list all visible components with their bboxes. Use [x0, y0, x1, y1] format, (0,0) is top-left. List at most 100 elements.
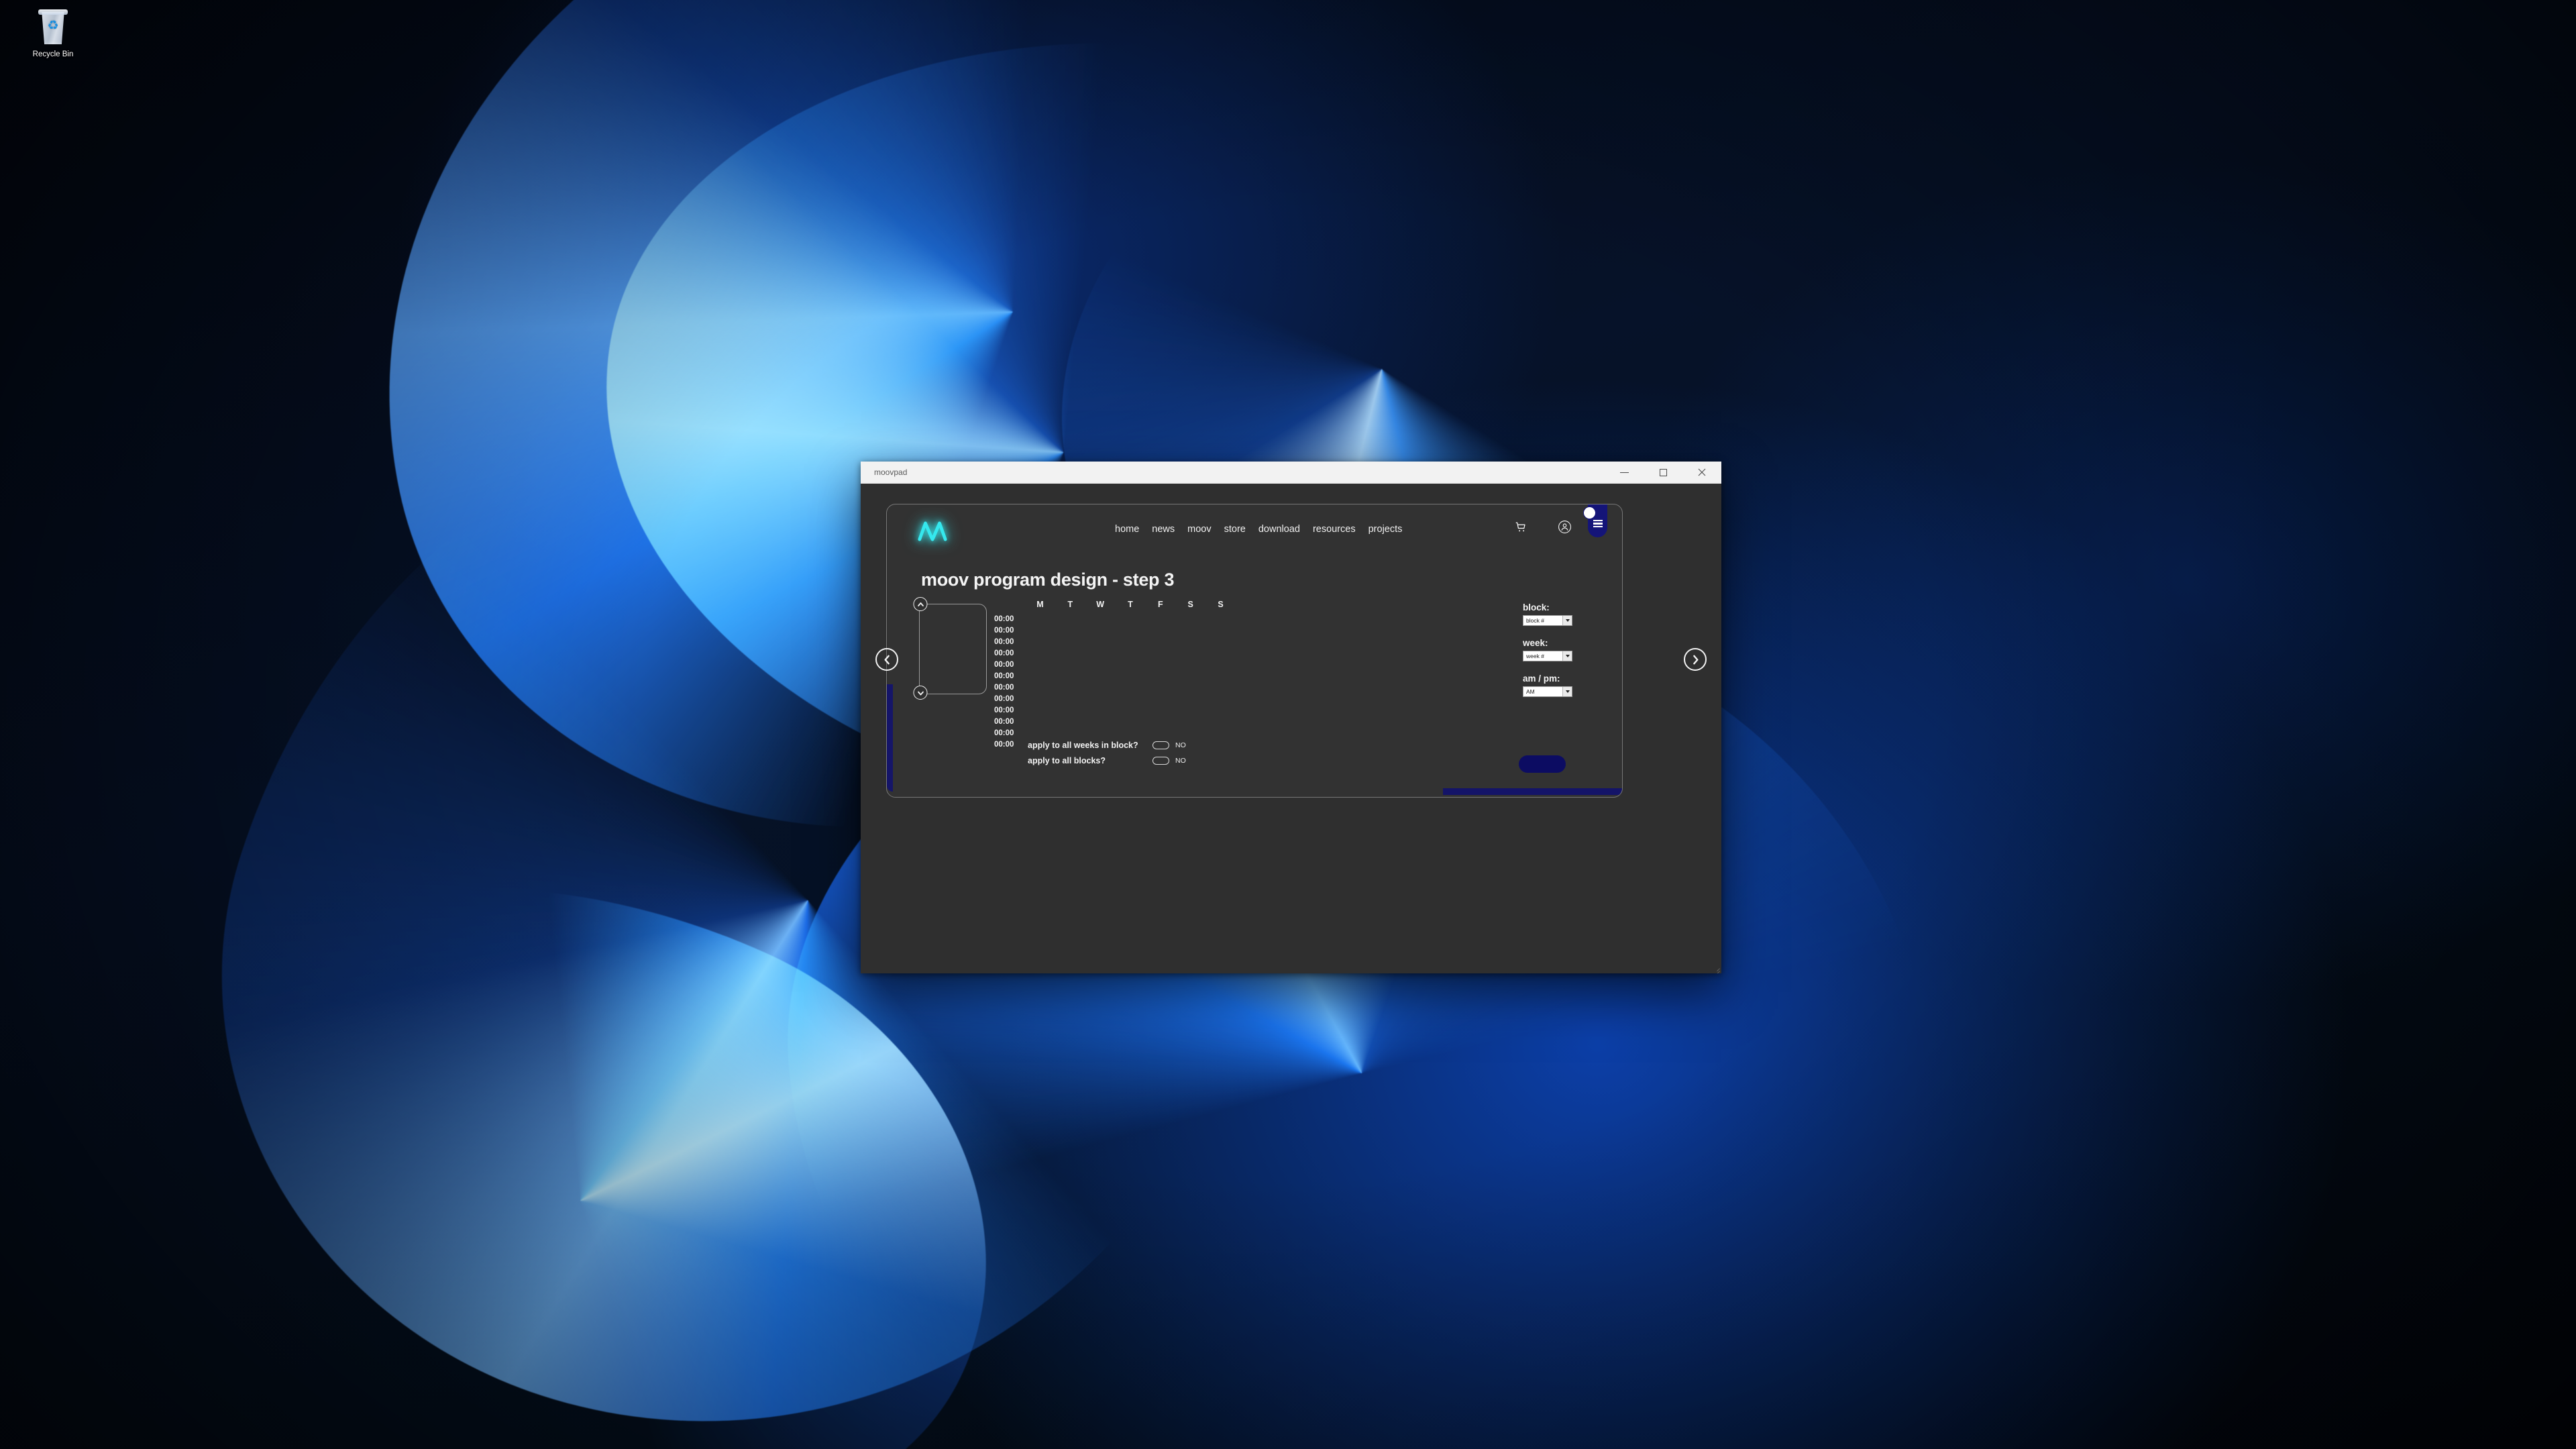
schedule-slot[interactable] — [1145, 694, 1175, 704]
schedule-slot[interactable] — [1055, 649, 1085, 658]
schedule-slot[interactable] — [1205, 717, 1236, 727]
schedule-slot[interactable] — [1085, 706, 1116, 715]
schedule-slot[interactable] — [1205, 694, 1236, 704]
schedule-slot[interactable] — [1205, 706, 1236, 715]
previous-step-button[interactable] — [875, 648, 898, 671]
schedule-slot[interactable] — [1085, 683, 1116, 692]
schedule-slot[interactable] — [1085, 717, 1116, 727]
nav-item-download[interactable]: download — [1258, 524, 1300, 535]
schedule-slot[interactable] — [1025, 649, 1055, 658]
nav-item-moov[interactable]: moov — [1187, 524, 1211, 535]
schedule-slot[interactable] — [1205, 637, 1236, 647]
schedule-slot[interactable] — [1175, 637, 1205, 647]
schedule-slot[interactable] — [1116, 729, 1146, 738]
window-titlebar[interactable]: moovpad — [861, 462, 1721, 484]
schedule-slot[interactable] — [1175, 706, 1205, 715]
moov-logo-icon[interactable] — [917, 519, 948, 542]
schedule-slot[interactable] — [1116, 660, 1146, 669]
schedule-slot[interactable] — [1116, 683, 1146, 692]
schedule-slot[interactable] — [1175, 729, 1205, 738]
schedule-slot[interactable] — [1085, 649, 1116, 658]
schedule-slot[interactable] — [1175, 683, 1205, 692]
schedule-slot[interactable] — [1116, 672, 1146, 681]
schedule-slot[interactable] — [1085, 614, 1116, 624]
schedule-slot[interactable] — [1116, 649, 1146, 658]
schedule-slot[interactable] — [1055, 626, 1085, 635]
schedule-slot[interactable] — [1205, 740, 1236, 749]
schedule-slot[interactable] — [1055, 683, 1085, 692]
maximize-button[interactable] — [1644, 462, 1682, 483]
schedule-slot[interactable] — [1085, 694, 1116, 704]
schedule-slot[interactable] — [1025, 672, 1055, 681]
schedule-slot[interactable] — [1145, 683, 1175, 692]
schedule-slot[interactable] — [1085, 637, 1116, 647]
ampm-select[interactable]: AM — [1523, 686, 1572, 697]
scroll-down-button[interactable] — [913, 686, 928, 700]
window-resize-grip[interactable] — [1711, 963, 1720, 973]
schedule-slot[interactable] — [1055, 614, 1085, 624]
schedule-slot[interactable] — [1025, 706, 1055, 715]
schedule-slot[interactable] — [1085, 672, 1116, 681]
schedule-slot[interactable] — [1205, 660, 1236, 669]
schedule-slot[interactable] — [1025, 729, 1055, 738]
nav-item-news[interactable]: news — [1152, 524, 1175, 535]
schedule-slot[interactable] — [1145, 614, 1175, 624]
schedule-slot[interactable] — [1085, 660, 1116, 669]
schedule-slot[interactable] — [1025, 683, 1055, 692]
desktop-icon-recycle-bin[interactable]: ♻ Recycle Bin — [3, 3, 103, 59]
schedule-slot[interactable] — [1025, 694, 1055, 704]
schedule-slot[interactable] — [1025, 717, 1055, 727]
nav-item-projects[interactable]: projects — [1368, 524, 1403, 535]
next-step-button[interactable] — [1684, 648, 1707, 671]
scroll-up-button[interactable] — [913, 597, 928, 611]
nav-item-store[interactable]: store — [1224, 524, 1246, 535]
schedule-slot[interactable] — [1175, 660, 1205, 669]
schedule-slot[interactable] — [1175, 694, 1205, 704]
schedule-slot[interactable] — [1116, 717, 1146, 727]
schedule-slot[interactable] — [1055, 672, 1085, 681]
schedule-slot[interactable] — [1145, 637, 1175, 647]
cart-icon[interactable] — [1515, 521, 1527, 537]
app-window[interactable]: moovpad home news moov store download re… — [861, 462, 1721, 973]
mode-widget[interactable] — [1583, 504, 1607, 537]
nav-item-resources[interactable]: resources — [1313, 524, 1356, 535]
schedule-slot[interactable] — [1116, 694, 1146, 704]
close-button[interactable] — [1682, 462, 1721, 483]
schedule-slot[interactable] — [1085, 626, 1116, 635]
schedule-slot[interactable] — [1175, 614, 1205, 624]
schedule-slot[interactable] — [1205, 672, 1236, 681]
schedule-slot[interactable] — [1025, 637, 1055, 647]
apply-all-weeks-toggle[interactable] — [1152, 741, 1169, 749]
schedule-slot[interactable] — [1205, 649, 1236, 658]
schedule-slot[interactable] — [1025, 660, 1055, 669]
schedule-slot[interactable] — [1145, 729, 1175, 738]
schedule-slot[interactable] — [1145, 717, 1175, 727]
schedule-slot[interactable] — [1205, 683, 1236, 692]
schedule-slot[interactable] — [1175, 649, 1205, 658]
apply-all-blocks-toggle[interactable] — [1152, 757, 1169, 765]
schedule-slot[interactable] — [1055, 729, 1085, 738]
schedule-slot[interactable] — [1055, 694, 1085, 704]
theme-toggle-knob[interactable] — [1583, 506, 1596, 519]
hamburger-menu-icon[interactable] — [1593, 520, 1603, 527]
schedule-slot[interactable] — [1055, 706, 1085, 715]
minimize-button[interactable] — [1605, 462, 1644, 483]
schedule-slot[interactable] — [1175, 717, 1205, 727]
schedule-slot[interactable] — [1175, 626, 1205, 635]
schedule-slot[interactable] — [1116, 614, 1146, 624]
schedule-slot[interactable] — [1116, 706, 1146, 715]
schedule-slot[interactable] — [1116, 637, 1146, 647]
schedule-slot[interactable] — [1025, 614, 1055, 624]
schedule-slot[interactable] — [1145, 660, 1175, 669]
schedule-slot[interactable] — [1085, 729, 1116, 738]
schedule-slot[interactable] — [1145, 672, 1175, 681]
schedule-slot[interactable] — [1205, 626, 1236, 635]
schedule-slot[interactable] — [1145, 626, 1175, 635]
nav-item-home[interactable]: home — [1115, 524, 1139, 535]
schedule-slot[interactable] — [1055, 660, 1085, 669]
week-select[interactable]: week # — [1523, 651, 1572, 661]
submit-button[interactable] — [1519, 755, 1566, 773]
schedule-slot[interactable] — [1145, 706, 1175, 715]
schedule-slot[interactable] — [1025, 626, 1055, 635]
block-select[interactable]: block # — [1523, 615, 1572, 626]
